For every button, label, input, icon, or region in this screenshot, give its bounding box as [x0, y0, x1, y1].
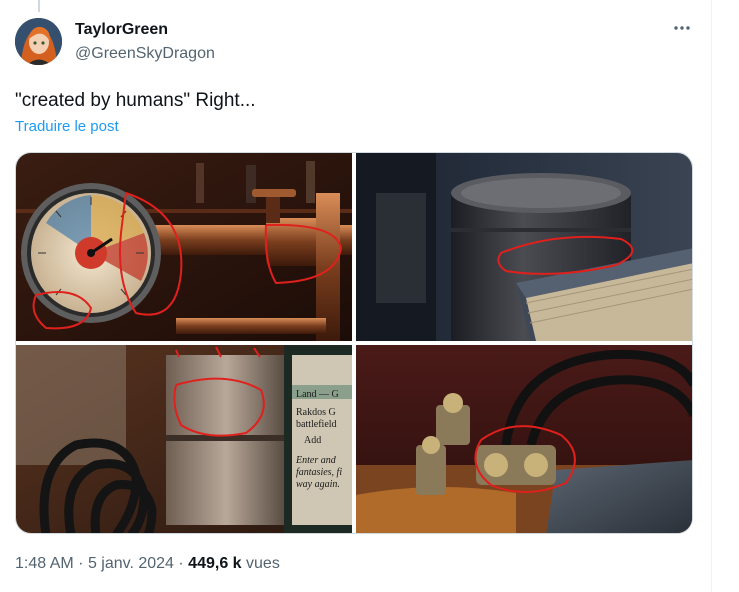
media-image-bolts[interactable] — [356, 345, 692, 533]
media-image-cable-card[interactable]: Land — G Rakdos G battlefield Add Enter … — [16, 345, 352, 533]
pressure-gauge-image — [16, 153, 352, 341]
post-date[interactable]: 5 janv. 2024 — [88, 555, 174, 572]
meta-separator: · — [78, 555, 84, 572]
card-line-1: battlefield — [296, 419, 337, 430]
cables-bolts-image — [356, 345, 692, 533]
views-count: 449,6 k — [188, 555, 242, 572]
coiled-cable-card-image: Land — G Rakdos G battlefield Add Enter … — [16, 345, 352, 533]
thread-connector-line — [38, 0, 40, 12]
timeline-divider — [711, 0, 712, 592]
media-image-cylinder[interactable] — [356, 153, 692, 341]
avatar-image — [15, 18, 62, 65]
author-handle[interactable]: @GreenSkyDragon — [75, 45, 215, 63]
more-horizontal-icon — [674, 26, 690, 30]
tweet-text: "created by humans" Right... — [15, 90, 256, 111]
views-label: vues — [246, 555, 280, 572]
card-title: Rakdos G — [296, 407, 336, 418]
post-time[interactable]: 1:48 AM — [15, 555, 74, 572]
card-flavor-3: way again. — [296, 479, 340, 490]
card-flavor-2: fantasies, fi — [296, 467, 342, 478]
media-grid: Land — G Rakdos G battlefield Add Enter … — [15, 152, 693, 534]
cylinder-book-image — [356, 153, 692, 341]
card-type-line: Land — G — [296, 389, 339, 400]
post-metadata: 1:48 AM · 5 janv. 2024 · 449,6 k vues — [15, 555, 280, 573]
card-flavor-1: Enter and — [295, 455, 337, 466]
card-ability: Add — [304, 435, 321, 446]
avatar[interactable] — [15, 18, 62, 65]
media-image-gauge[interactable] — [16, 153, 352, 341]
meta-separator: · — [178, 555, 184, 572]
more-options-button[interactable] — [666, 18, 698, 44]
translate-post-link[interactable]: Traduire le post — [15, 118, 119, 135]
author-display-name[interactable]: TaylorGreen — [75, 21, 168, 39]
